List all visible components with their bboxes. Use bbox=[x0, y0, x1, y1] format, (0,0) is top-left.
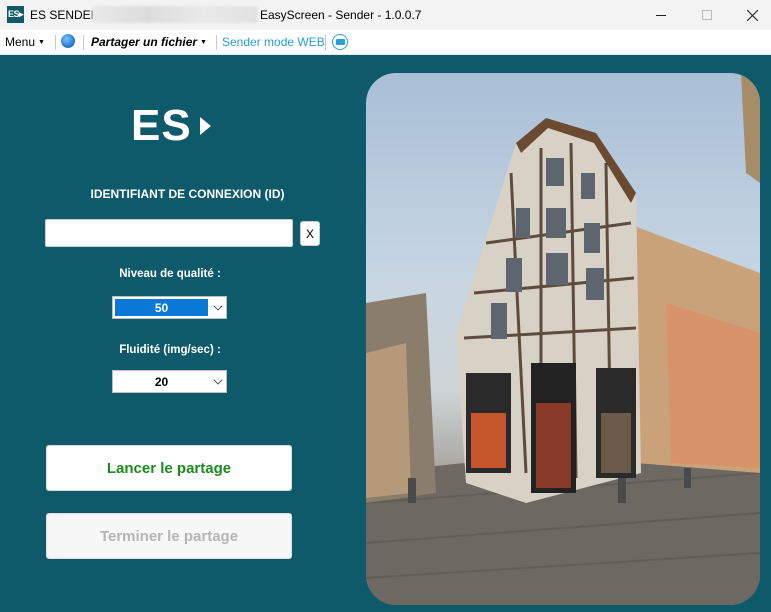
window-title: EasyScreen - Sender - 1.0.0.7 bbox=[260, 8, 422, 22]
menu-separator bbox=[55, 35, 56, 50]
menu-separator bbox=[216, 35, 217, 50]
redacted-area bbox=[92, 6, 258, 23]
chevron-down-icon: ▼ bbox=[200, 39, 207, 47]
close-button[interactable] bbox=[729, 0, 771, 30]
fluidity-select[interactable]: 20 bbox=[112, 370, 227, 393]
minimize-button[interactable] bbox=[638, 0, 684, 30]
chevron-down-icon bbox=[213, 301, 223, 311]
chevron-down-icon: ▼ bbox=[38, 39, 45, 47]
menu-dropdown[interactable]: Menu ▼ bbox=[5, 35, 45, 49]
logo: ES bbox=[131, 101, 192, 150]
quality-select[interactable]: 50 bbox=[112, 296, 227, 319]
quality-value: 50 bbox=[115, 299, 208, 316]
menu-separator bbox=[325, 35, 326, 50]
start-sharing-button[interactable]: Lancer le partage bbox=[46, 445, 292, 491]
stop-sharing-button[interactable]: Terminer le partage bbox=[46, 513, 292, 559]
maximize-icon bbox=[702, 10, 712, 20]
globe-icon[interactable] bbox=[61, 34, 75, 48]
maximize-button[interactable] bbox=[684, 0, 730, 30]
menu-label: Menu bbox=[5, 35, 36, 49]
app-name: ES SENDER bbox=[30, 8, 100, 22]
app-icon: ES▸ bbox=[7, 6, 24, 23]
logo-arrow-icon bbox=[200, 117, 211, 135]
chevron-down-icon bbox=[213, 375, 223, 385]
building-illustration bbox=[366, 73, 760, 605]
quality-label: Niveau de qualité : bbox=[119, 268, 221, 280]
minimize-icon bbox=[656, 14, 666, 16]
connection-id-input[interactable] bbox=[45, 219, 293, 247]
fluidity-value: 20 bbox=[154, 374, 169, 389]
share-file-label: Partager un fichier bbox=[91, 35, 198, 49]
building-photo bbox=[366, 73, 760, 605]
menu-separator bbox=[83, 35, 84, 50]
id-label: IDENTIFIANT DE CONNEXION (ID) bbox=[90, 187, 285, 201]
mail-icon[interactable] bbox=[332, 34, 348, 50]
clear-id-button[interactable]: X bbox=[300, 221, 320, 246]
close-icon bbox=[746, 9, 758, 21]
fluidity-label: Fluidité (img/sec) : bbox=[119, 344, 221, 356]
title-bar: ES▸ ES SENDER EasyScreen - Sender - 1.0.… bbox=[0, 0, 771, 30]
web-mode-link[interactable]: Sender mode WEB bbox=[222, 35, 325, 49]
share-file-menu[interactable]: Partager un fichier ▼ bbox=[91, 35, 207, 49]
